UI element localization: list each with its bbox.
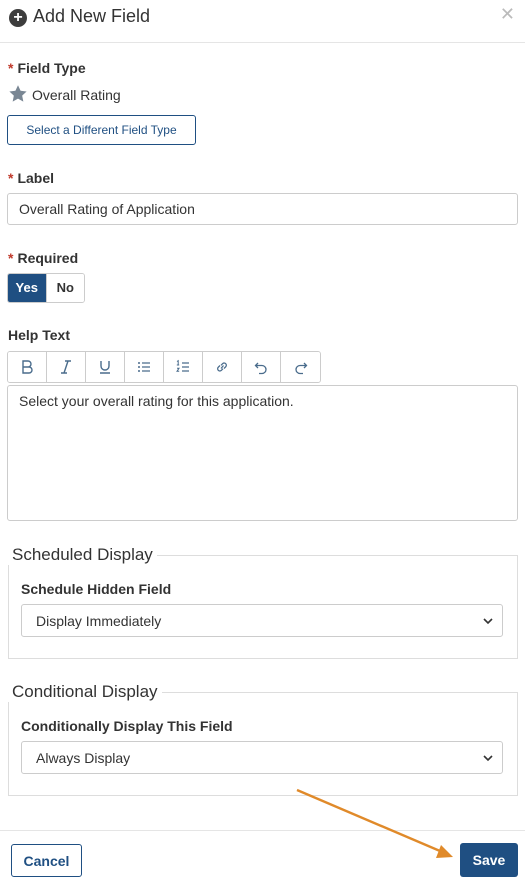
required-yes-option[interactable]: Yes: [8, 274, 46, 302]
footer-divider: [0, 830, 525, 831]
italic-icon[interactable]: [47, 352, 86, 382]
plus-circle-icon: +: [9, 9, 27, 27]
close-icon[interactable]: ✕: [500, 4, 515, 25]
redo-icon[interactable]: [281, 352, 320, 382]
scheduled-display-legend: Scheduled Display: [8, 545, 157, 565]
conditionally-display-value: Always Display: [36, 749, 131, 766]
help-text-label: Help Text: [8, 327, 70, 343]
required-no-option[interactable]: No: [45, 274, 84, 302]
required-asterisk: *: [8, 170, 14, 186]
field-type-value: Overall Rating: [32, 87, 121, 103]
required-toggle: Yes No: [7, 273, 85, 303]
star-icon: [9, 85, 27, 102]
field-type-label-text: Field Type: [17, 60, 86, 76]
modal-title: Add New Field: [33, 6, 151, 26]
required-label: * Required: [8, 250, 78, 266]
required-label-text: Required: [17, 250, 79, 266]
conditionally-display-select[interactable]: Always Display: [21, 741, 503, 774]
label-input[interactable]: Overall Rating of Application: [7, 193, 518, 225]
schedule-hidden-field-select[interactable]: Display Immediately: [21, 604, 503, 637]
editor-toolbar: [7, 351, 321, 383]
save-button[interactable]: Save: [460, 843, 518, 877]
link-icon[interactable]: [203, 352, 242, 382]
cancel-button[interactable]: Cancel: [11, 844, 82, 877]
label-field-label: * Label: [8, 170, 54, 186]
undo-icon[interactable]: [242, 352, 281, 382]
underline-icon[interactable]: [86, 352, 125, 382]
bulleted-list-icon[interactable]: [125, 352, 164, 382]
bold-icon[interactable]: [8, 352, 47, 382]
conditional-display-legend: Conditional Display: [8, 682, 162, 702]
schedule-hidden-field-label: Schedule Hidden Field: [21, 581, 172, 597]
conditionally-display-label: Conditionally Display This Field: [21, 718, 233, 734]
field-type-label: * Field Type: [8, 60, 86, 76]
help-text-editor[interactable]: Select your overall rating for this appl…: [7, 385, 518, 521]
modal-header: + Add New Field ✕: [0, 0, 525, 43]
select-different-field-type-button[interactable]: Select a Different Field Type: [7, 115, 196, 145]
required-asterisk: *: [8, 60, 14, 76]
numbered-list-icon[interactable]: [164, 352, 203, 382]
schedule-hidden-field-value: Display Immediately: [36, 612, 162, 629]
label-field-label-text: Label: [17, 170, 55, 186]
chevron-down-icon: [483, 755, 493, 762]
required-asterisk: *: [8, 250, 14, 266]
chevron-down-icon: [483, 618, 493, 625]
